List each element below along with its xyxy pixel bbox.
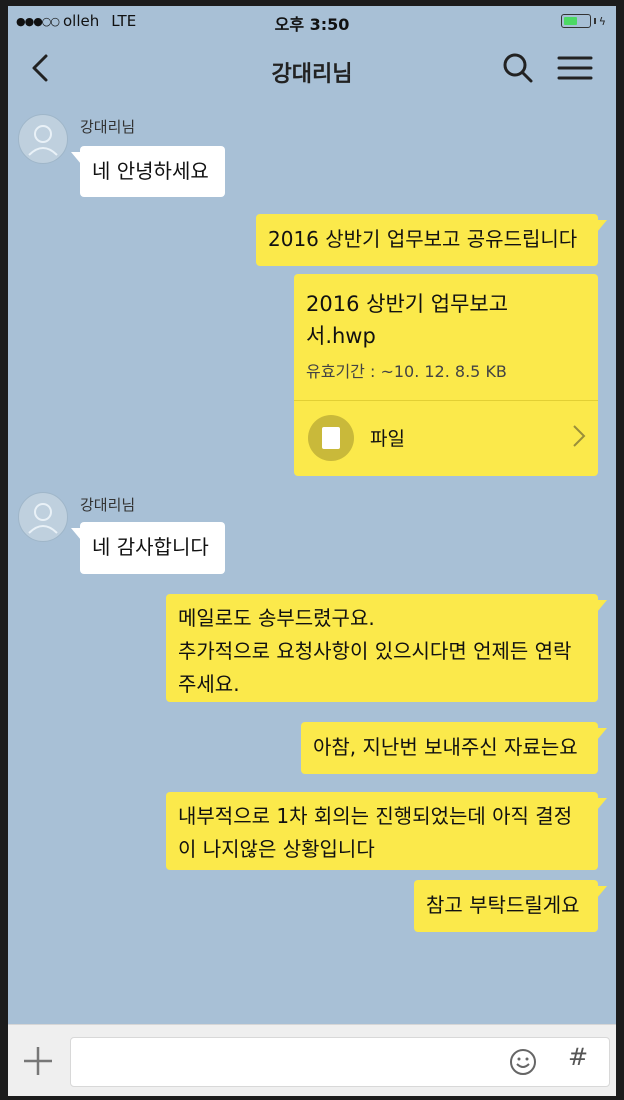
battery-icon (560, 14, 591, 28)
hash-icon[interactable]: # (564, 1043, 592, 1071)
file-meta: 유효기간 : ~10. 12. 8.5 KB (306, 362, 507, 381)
chat-screen: ●●●○○ olleh LTE 오후 3:50 ϟ 강대리님 강대리님 네 안녕… (8, 6, 616, 1096)
battery-indicator: ϟ (560, 14, 606, 28)
menu-button[interactable] (553, 48, 597, 88)
file-name: 2016 상반기 업무보고 서.hwp (306, 292, 509, 348)
message-bubble[interactable]: 네 안녕하세요 (71, 146, 225, 197)
attach-button[interactable] (18, 1041, 58, 1081)
emoji-button[interactable] (508, 1047, 538, 1077)
search-icon (503, 53, 533, 83)
search-button[interactable] (498, 48, 538, 88)
chat-header: 강대리님 (8, 36, 616, 100)
message-bubble[interactable]: 아참, 지난번 보내주신 자료는요 (301, 722, 607, 774)
avatar[interactable] (18, 114, 68, 164)
menu-icon (557, 56, 593, 80)
avatar-placeholder-icon (28, 125, 58, 156)
status-time: 오후 3:50 (274, 15, 350, 34)
sender-name: 강대리님 (80, 496, 136, 514)
back-arrow-icon (32, 54, 48, 82)
status-bar: ●●●○○ olleh LTE 오후 3:50 ϟ (8, 6, 616, 36)
sender-name: 강대리님 (80, 118, 136, 136)
message-bubble[interactable]: 참고 부탁드릴게요 (414, 880, 607, 932)
message-bubble[interactable]: 메일로도 송부드렸구요. 추가적으로 요청사항이 있으시다면 언제든 연락 주세… (166, 594, 607, 702)
message-bubble[interactable]: 네 감사합니다 (71, 522, 225, 574)
file-label: 파일 (370, 428, 405, 450)
avatar[interactable] (18, 492, 68, 542)
chevron-right-icon (573, 425, 586, 447)
back-button[interactable] (22, 48, 62, 88)
message-bubble[interactable]: 2016 상반기 업무보고 공유드립니다 (256, 214, 607, 266)
charging-icon: ϟ (598, 14, 606, 28)
message-input-bar: # (8, 1024, 616, 1096)
plus-icon (24, 1047, 52, 1075)
open-file-row[interactable]: 파일 (294, 401, 598, 476)
avatar-placeholder-icon (28, 503, 58, 534)
message-bubble[interactable]: 내부적으로 1차 회의는 진행되었는데 아직 결정 이 나지않은 상황입니다 (166, 792, 607, 870)
emoji-icon (510, 1049, 536, 1075)
